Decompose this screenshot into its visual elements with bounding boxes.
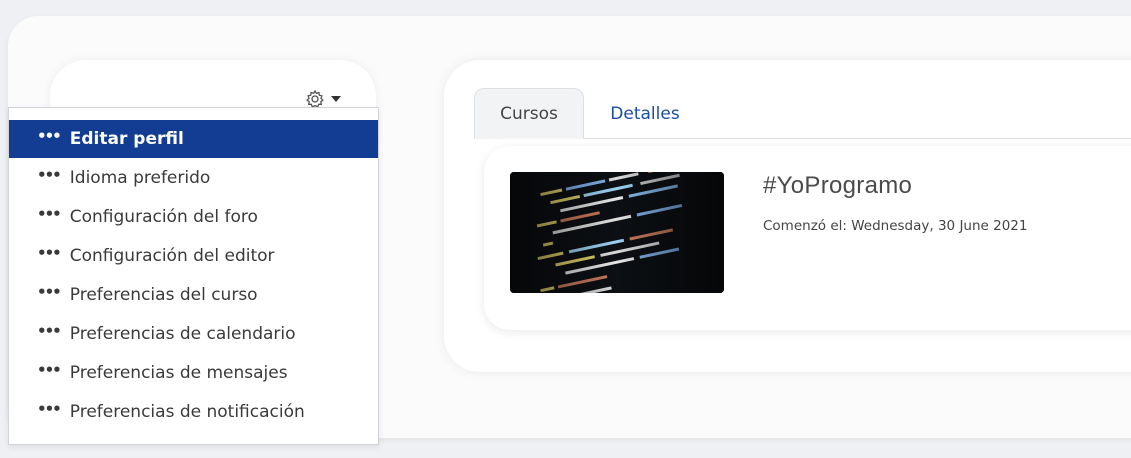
menu-item-preferencias-curso[interactable]: ••• Preferencias del curso	[9, 276, 378, 314]
tab-cursos[interactable]: Cursos	[474, 88, 584, 139]
menu-item-label: Configuración del foro	[69, 207, 258, 227]
bullet-icon: •••	[37, 283, 62, 301]
bullet-icon: •••	[37, 322, 62, 340]
menu-item-preferencias-mensajes[interactable]: ••• Preferencias de mensajes	[9, 354, 378, 392]
course-thumbnail[interactable]	[510, 172, 724, 293]
menu-item-preferencias-notificacion[interactable]: ••• Preferencias de notificación	[9, 393, 378, 431]
bullet-icon: •••	[37, 166, 62, 184]
menu-item-configuracion-foro[interactable]: ••• Configuración del foro	[9, 198, 378, 236]
course-title[interactable]: #YoProgramo	[763, 172, 912, 200]
menu-item-idioma-preferido[interactable]: ••• Idioma preferido	[9, 159, 378, 197]
menu-item-editar-perfil[interactable]: ••• Editar perfil	[9, 120, 378, 158]
course-start-date: Comenzó el: Wednesday, 30 June 2021	[763, 218, 1028, 234]
menu-item-label: Editar perfil	[69, 129, 184, 149]
menu-item-label: Preferencias del curso	[69, 285, 258, 305]
menu-item-label: Preferencias de mensajes	[69, 363, 288, 383]
menu-item-configuracion-editor[interactable]: ••• Configuración del editor	[9, 237, 378, 275]
menu-item-label: Configuración del editor	[69, 246, 275, 266]
caret-down-icon	[331, 95, 341, 103]
menu-item-preferencias-calendario[interactable]: ••• Preferencias de calendario	[9, 315, 378, 353]
bullet-icon: •••	[37, 400, 62, 418]
menu-item-label: Idioma preferido	[69, 168, 211, 188]
bullet-icon: •••	[37, 205, 62, 223]
menu-item-label: Preferencias de notificación	[69, 402, 305, 422]
bullet-icon: •••	[37, 361, 62, 379]
bullet-icon: •••	[37, 244, 62, 262]
user-settings-dropdown: ••• Editar perfil ••• Idioma preferido •…	[8, 107, 379, 445]
menu-item-label: Preferencias de calendario	[69, 324, 296, 344]
tab-detalles[interactable]: Detalles	[593, 88, 697, 139]
gear-icon	[305, 89, 325, 109]
bullet-icon: •••	[37, 127, 62, 145]
